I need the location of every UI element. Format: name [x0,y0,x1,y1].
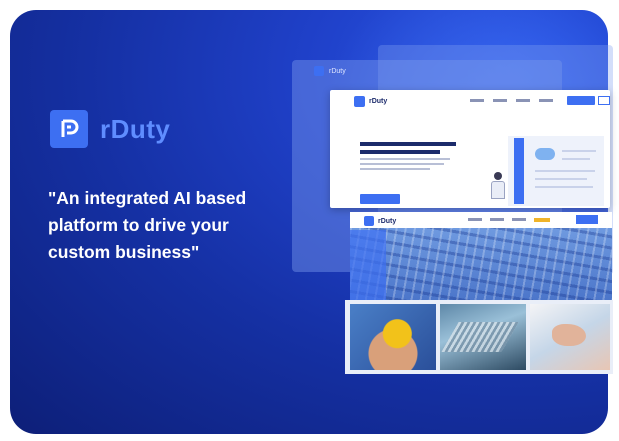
mockup-nav-button-outline [598,96,610,105]
mockup-secondary-nav [468,218,550,222]
mockup-dashboard-sidebar [514,138,524,204]
mockup-secondary-brand-text: rDuty [378,217,397,225]
mockup-secondary-header: rDuty [350,212,612,228]
rduty-mini-logo-icon [314,66,324,76]
keyboard-photo [440,304,526,370]
mockup-secondary-nav-button [576,215,598,224]
hands-cube-photo [350,304,436,370]
mockup-hero-cta [360,194,400,204]
tagline-line: "An integrated AI based [48,188,247,208]
mockup-secondary-window: rDuty [350,212,612,304]
brand-logo: rDuty [50,110,170,148]
page: rDuty "An integrated AI based platform t… [0,0,619,441]
brand-name: rDuty [100,113,171,144]
rduty-logo-icon [50,110,88,148]
mockup-homepage-window: rDuty [330,90,610,208]
mockup-back-title: rDuty [314,66,346,76]
mockup-back-title-text: rDuty [329,67,346,75]
tagline: "An integrated AI based platform to driv… [48,185,308,266]
rduty-mini-logo-icon [364,216,374,226]
person-illustration [490,172,506,199]
handshake-photo [530,304,610,370]
mockup-nav-button [567,96,595,105]
mockup-secondary-brand: rDuty [364,216,396,226]
mockup-brand: rDuty [354,96,387,107]
mockup-nav [470,99,553,102]
mockup-hero-heading [360,142,460,173]
tagline-line: custom business" [48,242,200,262]
mockup-side-bar [350,230,386,304]
city-photo [350,228,612,304]
tagline-line: platform to drive your [48,215,229,235]
rduty-mini-logo-icon [354,96,365,107]
cloud-icon [535,148,555,160]
mockup-brand-text: rDuty [369,98,388,105]
